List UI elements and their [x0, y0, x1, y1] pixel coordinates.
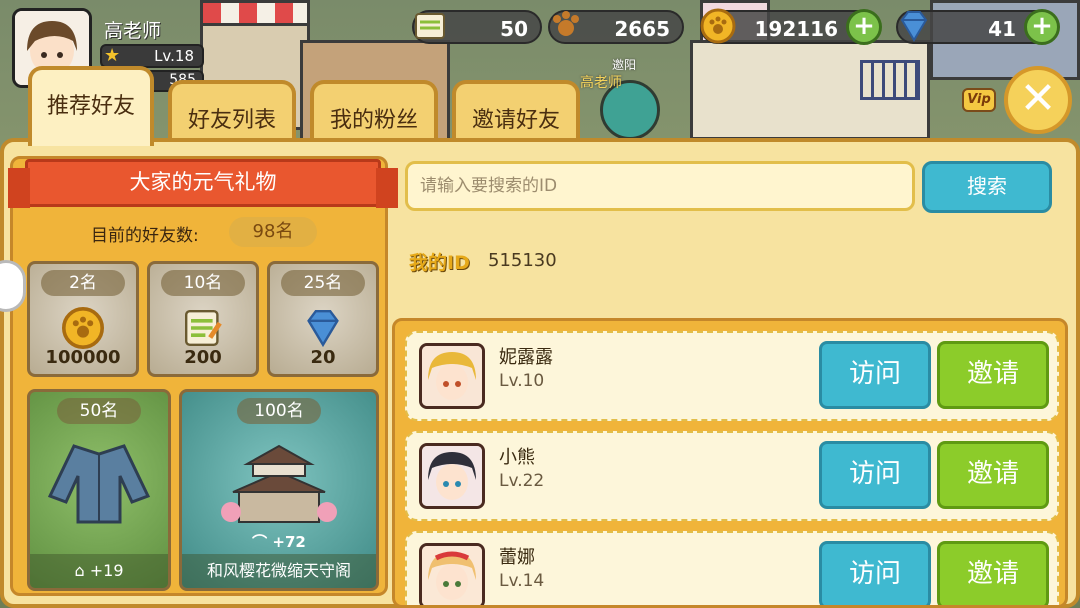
- paw-icon: [553, 11, 579, 36]
- my-id-value: 515130: [488, 250, 557, 271]
- blue-fence: [860, 60, 920, 100]
- friend-level: Lv.22: [499, 471, 545, 491]
- tab-my-fans[interactable]: 我的粉丝: [310, 80, 438, 140]
- reward-tier: 50名: [57, 398, 141, 424]
- friend-level: Lv.10: [499, 371, 545, 391]
- tab-invite-friends[interactable]: 邀请好友: [452, 80, 580, 140]
- friend-level: Lv.14: [499, 571, 545, 591]
- coin-value: 192116: [754, 17, 839, 41]
- reward-bonus-value: +19: [89, 561, 124, 580]
- gem-value: 41: [988, 17, 1016, 41]
- npc-name-label: 高老师: [580, 75, 622, 91]
- friend-name: 妮露露: [499, 347, 553, 368]
- my-id-label: 我的ID: [409, 252, 470, 274]
- list-item: 蕾娜 Lv.14 访问 邀请: [405, 531, 1059, 605]
- reward-card-100[interactable]: 100名 ⌒ +72 和风樱花微缩天守阁: [179, 389, 379, 591]
- npc-flag-text: 邀阳: [612, 58, 637, 72]
- search-input[interactable]: 请输入要搜索的ID: [405, 161, 915, 211]
- reward-value: 200: [184, 347, 222, 368]
- reward-value: 20: [310, 347, 336, 368]
- gift-title: 大家的元气礼物: [8, 159, 398, 208]
- reward-card-2[interactable]: 2名 100000: [27, 261, 139, 377]
- jacket-icon: [47, 444, 151, 524]
- tab-recommended-friends[interactable]: 推荐好友: [28, 66, 154, 146]
- tab-friend-list[interactable]: 好友列表: [168, 80, 296, 140]
- reward-card-10[interactable]: 10名 200: [147, 261, 259, 377]
- player-name: 高老师: [104, 20, 162, 42]
- coin-counter: 192116 +: [700, 8, 882, 45]
- gift-rewards-panel: 大家的元气礼物 目前的好友数: 98名 2名 100000 10名 200 25…: [8, 156, 398, 596]
- visit-button[interactable]: 访问: [819, 441, 931, 509]
- friends-count-label: 目前的好友数:: [91, 226, 199, 246]
- ticket-icon: [185, 310, 222, 346]
- friend-name: 蕾娜: [499, 547, 535, 568]
- reward-bonus: ⌒ +72: [182, 530, 376, 554]
- paw-coin-icon: [700, 8, 736, 44]
- player-level-bar: ★ Lv.18: [100, 44, 204, 68]
- invite-button[interactable]: 邀请: [937, 441, 1049, 509]
- paw-value: 2665: [614, 17, 670, 41]
- invite-button[interactable]: 邀请: [937, 541, 1049, 605]
- ticket-icon: [415, 13, 445, 39]
- paw-coin-icon: [62, 307, 104, 349]
- star-icon: ★: [104, 45, 121, 66]
- reward-name: 和风樱花微缩天守阁: [182, 554, 376, 588]
- reward-tier: 100名: [237, 398, 321, 424]
- paw-counter: 2665: [548, 10, 684, 44]
- gem-icon: [307, 310, 339, 348]
- reward-bonus-value: +72: [272, 533, 306, 551]
- close-icon[interactable]: ✕: [1004, 66, 1072, 134]
- friend-name: 小熊: [499, 447, 535, 468]
- visit-button[interactable]: 访问: [819, 341, 931, 409]
- friends-count-value: 98名: [229, 217, 317, 247]
- invite-button[interactable]: 邀请: [937, 341, 1049, 409]
- gem-counter: 41 +: [896, 9, 1060, 45]
- recommended-friend-list[interactable]: 妮露露 Lv.10 访问 邀请 小熊 Lv.22 访问 邀请 蕾娜 Lv.14 …: [392, 318, 1068, 608]
- reward-tier: 10名: [161, 270, 245, 296]
- search-button[interactable]: 搜索: [922, 161, 1052, 213]
- rainbow-icon: ⌒: [252, 533, 273, 551]
- friend-avatar[interactable]: [419, 543, 485, 605]
- friend-avatar[interactable]: [419, 343, 485, 409]
- gem-icon: [900, 11, 928, 42]
- reward-value: 100000: [45, 347, 121, 368]
- player-level: Lv.18: [154, 47, 194, 65]
- friend-avatar[interactable]: [419, 443, 485, 509]
- ticket-counter: 50: [412, 10, 542, 44]
- reward-tier: 2名: [41, 270, 125, 296]
- add-coins-button[interactable]: +: [846, 9, 882, 45]
- reward-tier: 25名: [281, 270, 365, 296]
- striped-awning: [200, 0, 310, 26]
- castle-icon: [221, 444, 337, 523]
- list-item: 妮露露 Lv.10 访问 邀请: [405, 331, 1059, 421]
- list-item: 小熊 Lv.22 访问 邀请: [405, 431, 1059, 521]
- reward-bonus: ⌂ +19: [30, 554, 168, 588]
- visit-button[interactable]: 访问: [819, 541, 931, 605]
- house-icon: ⌂: [74, 561, 90, 580]
- vip-badge[interactable]: Vip: [962, 88, 996, 112]
- ticket-value: 50: [500, 17, 528, 41]
- reward-card-50[interactable]: 50名 ⌂ +19: [27, 389, 171, 591]
- add-gems-button[interactable]: +: [1024, 9, 1060, 45]
- reward-card-25[interactable]: 25名 20: [267, 261, 379, 377]
